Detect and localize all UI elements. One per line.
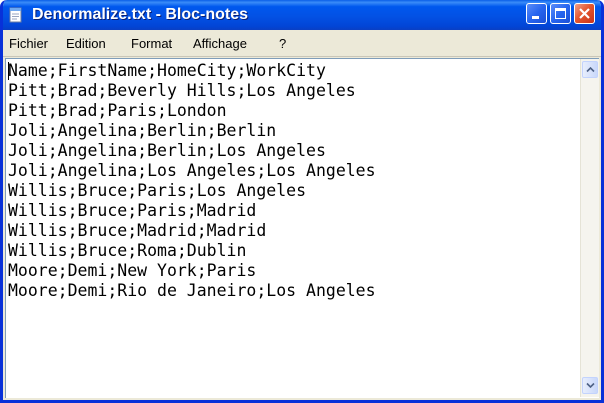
scroll-down-button[interactable] bbox=[582, 377, 598, 394]
notepad-icon[interactable] bbox=[8, 7, 24, 23]
menu-format[interactable]: Format bbox=[131, 36, 172, 51]
minimize-button[interactable] bbox=[526, 3, 547, 24]
maximize-icon bbox=[555, 8, 566, 19]
window-title: Denormalize.txt - Bloc-notes bbox=[32, 6, 249, 23]
close-button[interactable] bbox=[574, 3, 595, 24]
minimize-icon bbox=[532, 16, 539, 19]
document-text[interactable]: Name;FirstName;HomeCity;WorkCity Pitt;Br… bbox=[8, 61, 376, 301]
chevron-up-icon bbox=[586, 66, 595, 73]
text-caret bbox=[8, 62, 9, 80]
maximize-button[interactable] bbox=[550, 3, 571, 24]
menu-edition[interactable]: Edition bbox=[66, 36, 106, 51]
vertical-scrollbar[interactable] bbox=[580, 59, 599, 397]
text-editor[interactable]: Name;FirstName;HomeCity;WorkCity Pitt;Br… bbox=[5, 58, 599, 398]
title-bar[interactable]: Denormalize.txt - Bloc-notes bbox=[3, 0, 601, 30]
scroll-up-button[interactable] bbox=[582, 61, 598, 78]
menu-fichier[interactable]: Fichier bbox=[9, 36, 48, 51]
chevron-down-icon bbox=[586, 382, 595, 389]
menu-bar: Fichier Edition Format Affichage ? bbox=[3, 30, 601, 57]
notepad-window: Denormalize.txt - Bloc-notes Fichier Edi… bbox=[0, 0, 604, 403]
menu-help[interactable]: ? bbox=[279, 36, 286, 51]
close-icon bbox=[579, 8, 590, 19]
menu-affichage[interactable]: Affichage bbox=[193, 36, 247, 51]
